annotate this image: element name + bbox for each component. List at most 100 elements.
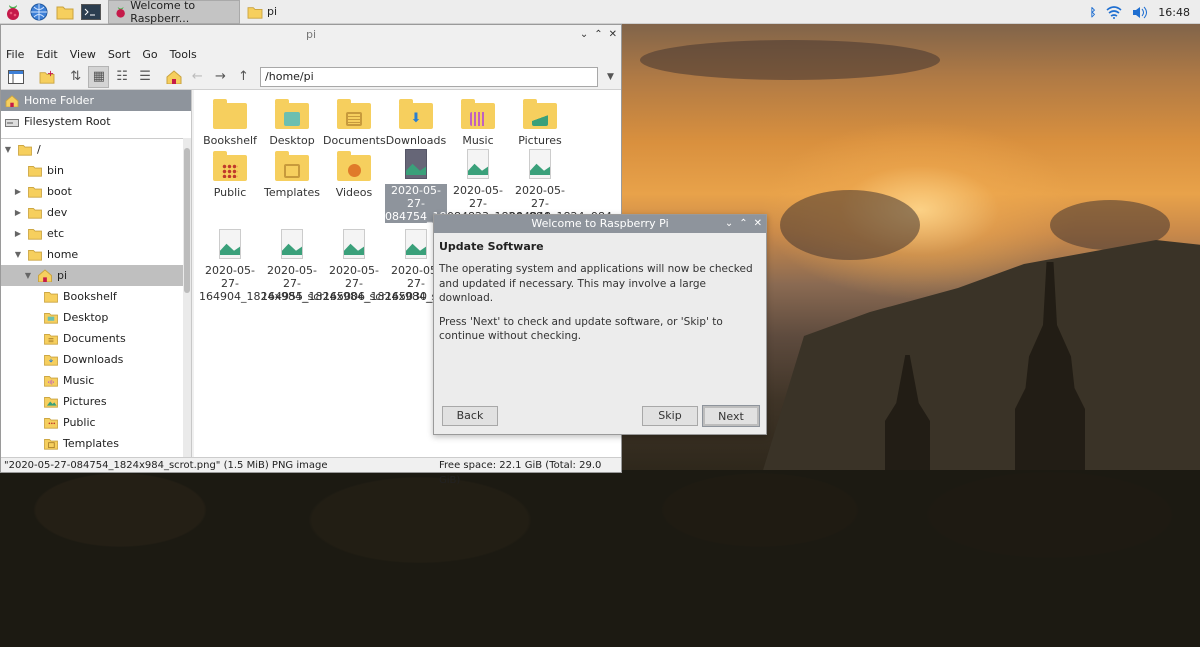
tree-node-pictures[interactable]: Pictures bbox=[1, 391, 183, 412]
pictures-folder-icon bbox=[44, 397, 58, 408]
folder-item-templates[interactable]: Templates bbox=[261, 147, 323, 199]
tree-node-documents[interactable]: Documents bbox=[1, 328, 183, 349]
public-folder-icon bbox=[44, 418, 58, 429]
window-titlebar[interactable]: pi ⌄ ⌃ ✕ bbox=[1, 25, 621, 44]
folder-item-public[interactable]: Public bbox=[199, 147, 261, 199]
menu-edit[interactable]: Edit bbox=[36, 48, 57, 61]
collapse-arrow-icon[interactable]: ▼ bbox=[3, 145, 13, 154]
close-icon[interactable]: ✕ bbox=[609, 25, 617, 44]
minimize-icon[interactable]: ⌄ bbox=[725, 215, 733, 233]
tree-node-root[interactable]: ▼ / bbox=[1, 139, 183, 160]
web-browser-icon[interactable] bbox=[26, 0, 52, 24]
file-item-screenshot[interactable]: 2020-05-27-084823_1824x984... bbox=[447, 145, 560, 223]
home-icon[interactable] bbox=[164, 66, 185, 88]
file-item-screenshot[interactable]: 2020-05-27-164904_1824x984_scr... bbox=[199, 225, 334, 303]
tree-node-dev[interactable]: ▶ dev bbox=[1, 202, 183, 223]
expand-arrow-icon[interactable]: ▶ bbox=[13, 187, 23, 196]
close-icon[interactable]: ✕ bbox=[754, 215, 762, 233]
tree-node-bin[interactable]: bin bbox=[1, 160, 183, 181]
wifi-icon[interactable] bbox=[1106, 5, 1122, 19]
minimize-icon[interactable]: ⌄ bbox=[580, 25, 588, 44]
file-item-screenshot[interactable]: 2020-05-27-165006_1824x984_scr... bbox=[323, 225, 458, 303]
maximize-icon[interactable]: ⌃ bbox=[594, 25, 602, 44]
file-manager-icon[interactable] bbox=[52, 0, 78, 24]
tree-node-home[interactable]: ▼ home bbox=[1, 244, 183, 265]
expand-arrow-icon[interactable]: ▶ bbox=[13, 229, 23, 238]
tree-node-pi[interactable]: ▼ pi bbox=[1, 265, 183, 286]
forward-arrow-icon[interactable]: → bbox=[210, 66, 231, 88]
compact-view-icon[interactable]: ☷ bbox=[111, 66, 132, 88]
back-button[interactable]: Back bbox=[442, 406, 498, 426]
file-item-screenshot[interactable]: 2020-05-27-084754_1824x984_sc bbox=[385, 145, 505, 223]
volume-icon[interactable] bbox=[1132, 6, 1148, 19]
folder-icon bbox=[28, 166, 42, 177]
item-label: 2020-05-27-165006_1824x984_scr... bbox=[323, 264, 458, 303]
menu-tools[interactable]: Tools bbox=[170, 48, 197, 61]
expand-arrow-icon[interactable]: ▶ bbox=[13, 208, 23, 217]
raspberry-icon bbox=[116, 6, 125, 18]
task-label: pi bbox=[267, 5, 278, 18]
tree-node-boot[interactable]: ▶ boot bbox=[1, 181, 183, 202]
image-file-icon bbox=[343, 229, 365, 259]
dialog-heading: Update Software bbox=[439, 240, 544, 253]
tree-node-templates[interactable]: Templates bbox=[1, 433, 183, 454]
tree-node-music[interactable]: Music bbox=[1, 370, 183, 391]
item-label: Videos bbox=[335, 186, 373, 199]
templates-folder-icon bbox=[44, 439, 58, 450]
videos-folder-icon bbox=[337, 151, 371, 181]
folder-item-documents[interactable]: Documents bbox=[323, 95, 386, 147]
file-item-screenshot[interactable]: 2020-05-27-084848_1824x984... bbox=[509, 145, 622, 223]
folder-item-downloads[interactable]: ⬇ Downloads bbox=[385, 95, 447, 147]
terminal-icon[interactable] bbox=[78, 0, 104, 24]
path-dropdown-icon[interactable]: ▼ bbox=[600, 66, 621, 88]
item-label: 2020-05-27-164904_1824x984_scr... bbox=[199, 264, 334, 303]
folder-item-videos[interactable]: Videos bbox=[323, 147, 385, 199]
folder-item-bookshelf[interactable]: Bookshelf bbox=[199, 95, 261, 147]
folder-item-desktop[interactable]: Desktop bbox=[261, 95, 323, 147]
menu-go[interactable]: Go bbox=[142, 48, 157, 61]
menu-sort[interactable]: Sort bbox=[108, 48, 131, 61]
collapse-arrow-icon[interactable]: ▼ bbox=[13, 250, 23, 259]
sidebar-toggle-icon[interactable] bbox=[5, 66, 26, 88]
file-item-screenshot[interactable]: 2020-05-27-164955_1824x984_scr... bbox=[261, 225, 396, 303]
scrollbar-thumb[interactable] bbox=[184, 148, 190, 293]
tree-label: Bookshelf bbox=[63, 290, 117, 303]
dialog-text: Press 'Next' to check and update softwar… bbox=[439, 315, 723, 343]
next-button[interactable]: Next bbox=[702, 405, 760, 427]
folder-icon bbox=[28, 208, 42, 219]
folder-item-music[interactable]: Music bbox=[447, 95, 509, 147]
treeline bbox=[0, 470, 1200, 647]
tree-node-etc[interactable]: ▶ etc bbox=[1, 223, 183, 244]
sort-icon[interactable]: ⇅ bbox=[65, 66, 86, 88]
menu-view[interactable]: View bbox=[70, 48, 96, 61]
task-file-manager[interactable]: pi bbox=[240, 0, 370, 24]
tree-node-downloads[interactable]: Downloads bbox=[1, 349, 183, 370]
item-label: Public bbox=[213, 186, 247, 199]
tree-node-bookshelf[interactable]: Bookshelf bbox=[1, 286, 183, 307]
list-view-icon[interactable]: ☰ bbox=[135, 66, 156, 88]
raspberry-menu-icon[interactable] bbox=[0, 0, 26, 24]
tree-scrollbar[interactable] bbox=[183, 138, 191, 458]
skip-button[interactable]: Skip bbox=[642, 406, 698, 426]
new-folder-icon[interactable] bbox=[36, 66, 57, 88]
back-arrow-icon[interactable]: ← bbox=[187, 66, 208, 88]
tree-node-public[interactable]: Public bbox=[1, 412, 183, 433]
menu-file[interactable]: File bbox=[6, 48, 24, 61]
collapse-arrow-icon[interactable]: ▼ bbox=[23, 271, 33, 280]
place-filesystem-root[interactable]: Filesystem Root bbox=[1, 111, 191, 132]
clock[interactable]: 16:48 bbox=[1158, 6, 1190, 19]
folder-icon bbox=[28, 229, 42, 240]
path-input[interactable]: /home/pi bbox=[260, 66, 598, 87]
icon-view-icon[interactable]: ▦ bbox=[88, 65, 110, 88]
task-welcome[interactable]: Welcome to Raspberr... bbox=[108, 0, 240, 25]
templates-folder-icon bbox=[275, 151, 309, 181]
place-home-folder[interactable]: Home Folder bbox=[1, 90, 191, 111]
maximize-icon[interactable]: ⌃ bbox=[739, 215, 747, 233]
item-label: 2020-05-27-164955_1824x984_scr... bbox=[261, 264, 396, 303]
tree-label: boot bbox=[47, 185, 72, 198]
up-arrow-icon[interactable]: ↑ bbox=[233, 66, 254, 88]
dialog-titlebar[interactable]: Welcome to Raspberry Pi ⌄ ⌃ ✕ bbox=[434, 215, 766, 233]
tree-node-desktop[interactable]: Desktop bbox=[1, 307, 183, 328]
folder-item-pictures[interactable]: Pictures bbox=[509, 95, 571, 147]
bluetooth-icon[interactable]: ᛒ bbox=[1090, 6, 1097, 19]
